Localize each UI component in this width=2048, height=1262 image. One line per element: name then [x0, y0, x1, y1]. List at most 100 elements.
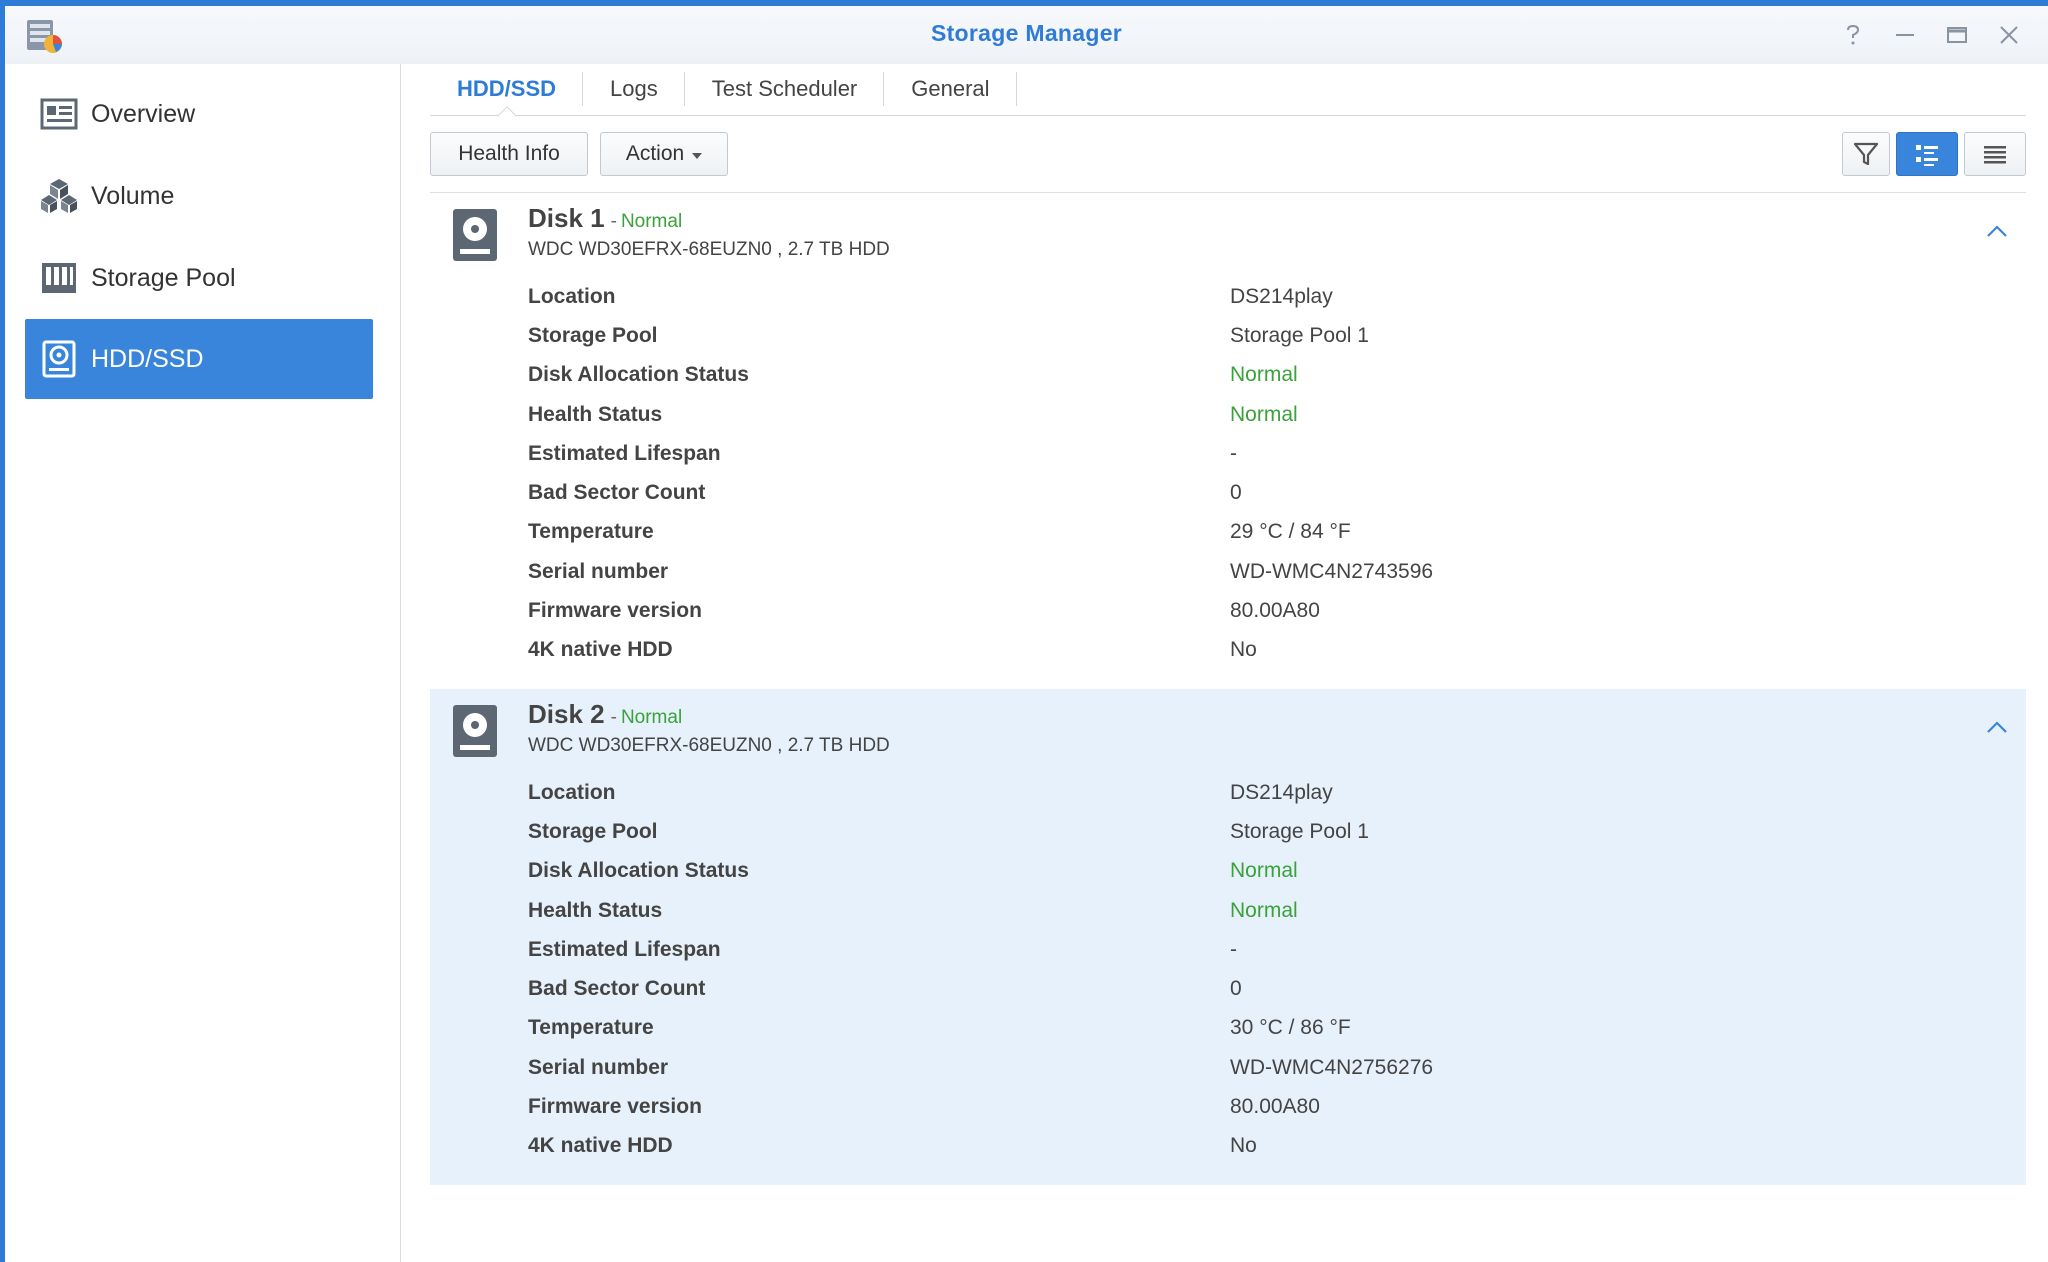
detail-key: Location — [528, 780, 616, 804]
tab-label: HDD/SSD — [457, 76, 557, 101]
hdd-icon — [39, 339, 79, 379]
detail-row-4k-native-hdd: 4K native HDD No — [528, 631, 2026, 670]
title-bar: Storage Manager — [5, 6, 2048, 64]
detail-row-allocation-status: Disk Allocation Status Normal — [528, 356, 2026, 395]
detail-row-storage-pool: Storage Pool Storage Pool 1 — [528, 316, 2026, 355]
disk-title-separator: - — [610, 707, 617, 728]
detail-key: Temperature — [528, 1016, 654, 1040]
detail-key: Disk Allocation Status — [528, 859, 749, 883]
storage-manager-window: Storage Manager Overview Volume Storage … — [0, 0, 2048, 1262]
tab-hdd-ssd[interactable]: HDD/SSD — [430, 64, 584, 126]
detail-value: Storage Pool 1 — [1230, 819, 1369, 843]
detail-value: 0 — [1230, 481, 1242, 505]
detail-view-button[interactable] — [1896, 132, 1958, 176]
detail-value: Normal — [1230, 898, 1298, 922]
action-dropdown-button[interactable]: Action — [600, 132, 728, 176]
tab-test-scheduler[interactable]: Test Scheduler — [685, 64, 885, 114]
detail-key: Firmware version — [528, 1095, 702, 1119]
sidebar-item-storage-pool[interactable]: Storage Pool — [25, 238, 373, 318]
detail-value: DS214play — [1230, 780, 1333, 804]
list-view-button[interactable] — [1964, 132, 2026, 176]
list-icon — [1984, 146, 2006, 164]
toolbar: Health Info Action — [430, 132, 2026, 178]
tab-logs[interactable]: Logs — [583, 64, 685, 114]
detail-key: Storage Pool — [528, 819, 658, 843]
tab-general[interactable]: General — [884, 64, 1017, 114]
detail-value: Normal — [1230, 363, 1298, 387]
detail-key: Serial number — [528, 559, 669, 583]
detail-value: 80.00A80 — [1230, 1095, 1320, 1119]
action-label: Action — [625, 142, 685, 165]
detail-list-icon — [1916, 145, 1938, 166]
detail-value: DS214play — [1230, 284, 1333, 308]
tab-bar: HDD/SSD Logs Test Scheduler General — [430, 64, 2026, 126]
disk-item[interactable]: Disk 1 - Normal WDC WD30EFRX-68EUZN0 , 2… — [430, 193, 2026, 689]
disk-item[interactable]: Disk 2 - Normal WDC WD30EFRX-68EUZN0 , 2… — [430, 689, 2026, 1185]
detail-row-bad-sector-count: Bad Sector Count 0 — [528, 473, 2026, 512]
detail-row-firmware-version: Firmware version 80.00A80 — [528, 591, 2026, 630]
detail-row-serial-number: Serial number WD-WMC4N2743596 — [528, 552, 2026, 591]
disk-detail-rows: Location DS214play Storage Pool Storage Po… — [528, 773, 2026, 1166]
detail-value: - — [1230, 937, 1237, 961]
detail-row-temperature: Temperature 29 °C / 84 °F — [528, 513, 2026, 552]
detail-row-health-status: Health Status Normal — [528, 395, 2026, 434]
detail-row-allocation-status: Disk Allocation Status Normal — [528, 852, 2026, 891]
maximize-icon — [1947, 27, 1967, 43]
disk-name: Disk 1 — [528, 203, 605, 233]
detail-value: Normal — [1230, 402, 1298, 426]
detail-value: 80.00A80 — [1230, 599, 1320, 623]
help-button[interactable] — [1837, 20, 1869, 50]
detail-row-4k-native-hdd: 4K native HDD No — [528, 1127, 2026, 1166]
disk-title: Disk 2 - Normal — [528, 699, 682, 730]
detail-value: 29 °C / 84 °F — [1230, 520, 1351, 544]
close-icon — [2000, 26, 2018, 44]
detail-row-location: Location DS214play — [528, 773, 2026, 812]
maximize-button[interactable] — [1941, 20, 1973, 50]
detail-row-temperature: Temperature 30 °C / 86 °F — [528, 1009, 2026, 1048]
sidebar-item-overview[interactable]: Overview — [25, 74, 373, 154]
detail-value: WD-WMC4N2756276 — [1230, 1055, 1434, 1079]
detail-key: 4K native HDD — [528, 638, 673, 662]
minimize-icon — [1896, 34, 1914, 36]
detail-row-bad-sector-count: Bad Sector Count 0 — [528, 969, 2026, 1008]
sidebar-item-label: Overview — [91, 99, 196, 128]
health-info-label: Health Info — [458, 142, 560, 165]
volume-cubes-icon — [39, 176, 79, 216]
detail-row-serial-number: Serial number WD-WMC4N2756276 — [528, 1048, 2026, 1087]
detail-value: 30 °C / 86 °F — [1230, 1016, 1351, 1040]
main-panel: HDD/SSD Logs Test Scheduler General Heal… — [402, 64, 2048, 1262]
detail-key: Storage Pool — [528, 323, 658, 347]
window-title: Storage Manager — [930, 20, 1123, 46]
overview-icon — [39, 94, 79, 134]
detail-value: - — [1230, 441, 1237, 465]
close-button[interactable] — [1993, 20, 2025, 50]
sidebar-item-volume[interactable]: Volume — [25, 156, 373, 236]
tab-label: Logs — [610, 76, 658, 101]
dropdown-arrow-icon — [692, 152, 703, 159]
disk-model: WDC WD30EFRX-68EUZN0 , 2.7 TB HDD — [528, 239, 890, 260]
sidebar-item-label: Storage Pool — [91, 263, 236, 292]
detail-row-health-status: Health Status Normal — [528, 891, 2026, 930]
health-info-button[interactable]: Health Info — [430, 132, 588, 176]
tab-label: General — [911, 76, 990, 101]
storage-pool-icon — [39, 258, 79, 298]
detail-key: Estimated Lifespan — [528, 441, 721, 465]
detail-value: Storage Pool 1 — [1230, 323, 1369, 347]
sidebar-item-hdd-ssd[interactable]: HDD/SSD — [25, 319, 373, 399]
detail-row-estimated-lifespan: Estimated Lifespan - — [528, 930, 2026, 969]
collapse-button[interactable] — [1984, 715, 2010, 741]
detail-key: Bad Sector Count — [528, 977, 706, 1001]
minimize-button[interactable] — [1889, 20, 1921, 50]
detail-key: Location — [528, 284, 616, 308]
sidebar-item-label: HDD/SSD — [91, 344, 204, 373]
disk-status: Normal — [620, 707, 683, 728]
chevron-up-icon — [1987, 721, 2007, 733]
filter-button[interactable] — [1842, 132, 1890, 176]
tab-label: Test Scheduler — [711, 76, 858, 101]
detail-value: No — [1230, 1134, 1257, 1158]
collapse-button[interactable] — [1984, 219, 2010, 245]
detail-value: No — [1230, 638, 1257, 662]
sidebar-item-label: Volume — [91, 181, 175, 210]
detail-key: Firmware version — [528, 599, 702, 623]
detail-key: 4K native HDD — [528, 1134, 673, 1158]
